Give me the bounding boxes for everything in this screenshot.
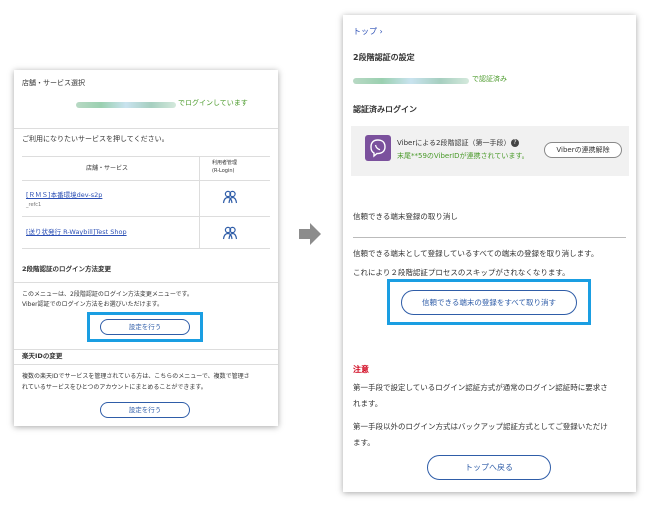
note-text: 第一手段で設定しているログイン認証方式が通常のログイン認証時に要求さ — [353, 383, 608, 392]
highlight-box — [387, 279, 591, 325]
rakuten-section-title: 楽天IDの変更 — [22, 352, 63, 360]
note-text-2: れます。 — [353, 399, 383, 408]
table-header-admin-sub: (R-Login) — [212, 168, 235, 174]
trusted-description: 信頼できる端末として登録しているすべての端末の登録を取り消します。 — [353, 249, 599, 258]
arrow-right-icon — [299, 223, 321, 245]
instruction-text: ご利用になりたいサービスを押してください。 — [22, 135, 169, 143]
twofa-description: このメニューは、2段階認証のログイン方法変更メニューです。 — [22, 291, 193, 298]
note-text-3: 第一手段以外のログイン方式はバックアップ認証方式としてご登録いただけ — [353, 422, 608, 431]
note-title: 注意 — [353, 365, 369, 374]
table-header-admin: 利用者管理 — [212, 160, 238, 166]
blurred-account-id — [353, 78, 469, 84]
page-title: 2段階認証の設定 — [353, 53, 415, 62]
viber-logo — [365, 135, 391, 161]
auth-status: で認証済み — [472, 75, 507, 83]
people-icon[interactable] — [222, 190, 238, 204]
back-to-top-button[interactable]: トップへ戻る — [427, 455, 551, 480]
rakuten-description: 複数の楽天IDでサービスを管理されている方は、こちらのメニューで、複数で管理さ — [22, 373, 250, 380]
service-link[interactable]: [ＲＭＳ]本番環境dev-s2p — [26, 192, 102, 199]
table-header-service: 店舗・サービス — [86, 165, 129, 172]
highlight-box — [87, 312, 203, 342]
service-sub: _refc1 — [26, 202, 42, 208]
twofa-section-title: 2段階認証のログイン方法変更 — [22, 265, 112, 273]
blurred-account-id — [76, 102, 176, 108]
rakuten-description-2: れているサービスをひとつのアカウントにまとめることができます。 — [22, 384, 207, 391]
service-select-panel: 店舗・サービス選択 でログインしています ご利用になりたいサービスを押してくださ… — [14, 70, 278, 426]
breadcrumb[interactable]: トップ › — [353, 28, 383, 36]
viber-method: Viberによる2段階認証（第一手段） — [397, 139, 511, 147]
section-title: 店舗・サービス選択 — [22, 79, 85, 87]
viber-auth-box: Viberによる2段階認証（第一手段） ? 末尾**59のViberIDが連携さ… — [351, 126, 629, 176]
authed-login-title: 認証済みログイン — [353, 105, 417, 114]
twofa-settings-panel: トップ › 2段階認証の設定 で認証済み 認証済みログイン Viberによる2段… — [343, 15, 636, 492]
login-status: でログインしています — [178, 99, 248, 107]
viber-unlink-button[interactable]: Viberの連携解除 — [544, 142, 622, 158]
viber-linked-status: 末尾**59のViberIDが連携されています。 — [397, 152, 529, 160]
rakuten-settings-button[interactable]: 設定を行う — [100, 402, 190, 418]
trusted-description-2: これにより２段階認証プロセスのスキップがされなくなります。 — [353, 268, 570, 277]
trusted-device-title: 信頼できる端末登録の取り消し — [353, 212, 458, 221]
note-text-4: ます。 — [353, 438, 375, 447]
twofa-description-2: Viber認証でのログイン方法をお選びいただけます。 — [22, 301, 164, 308]
service-link[interactable]: [送り状発行 R-Waybill]Test Shop — [26, 229, 127, 236]
people-icon[interactable] — [222, 226, 238, 240]
help-icon[interactable]: ? — [511, 139, 519, 147]
